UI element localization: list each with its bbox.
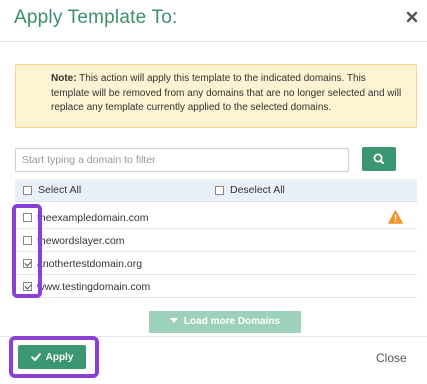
selection-bar: Select All Deselect All <box>15 179 417 202</box>
close-icon[interactable] <box>405 9 419 25</box>
warning-icon <box>388 210 403 224</box>
note-alert: Note: This action will apply this templa… <box>15 64 417 128</box>
domain-row[interactable]: anothertestdomain.org <box>15 252 417 275</box>
dialog-header: Apply Template To: <box>0 0 427 42</box>
domain-name: thewordslayer.com <box>37 235 125 247</box>
deselect-all-label: Deselect All <box>230 184 285 196</box>
deselect-all-option[interactable]: Deselect All <box>215 184 285 196</box>
close-button[interactable]: Close <box>376 351 407 365</box>
load-more-label: Load more Domains <box>183 316 281 327</box>
domain-filter-input[interactable] <box>15 148 349 172</box>
domain-name: theexampledomain.com <box>37 212 149 224</box>
apply-label: Apply <box>45 351 74 363</box>
search-button[interactable] <box>362 147 396 171</box>
deselect-all-checkbox[interactable] <box>215 185 224 195</box>
note-label: Note: <box>51 73 77 84</box>
domain-row[interactable]: www.testingdomain.com <box>15 275 417 298</box>
search-icon <box>373 153 384 164</box>
domain-row[interactable]: thewordslayer.com <box>15 229 417 252</box>
dialog-title: Apply Template To: <box>14 7 178 28</box>
apply-button[interactable]: Apply <box>18 345 86 369</box>
domain-row[interactable]: theexampledomain.com <box>15 206 417 229</box>
domain-name: www.testingdomain.com <box>37 281 151 293</box>
select-all-label: Select All <box>38 184 82 196</box>
caret-down-icon <box>169 318 178 323</box>
check-icon <box>30 353 41 361</box>
select-all-checkbox[interactable] <box>23 185 32 195</box>
domain-name: anothertestdomain.org <box>37 258 143 270</box>
domain-list: theexampledomain.com thewordslayer.com a… <box>15 206 417 298</box>
checkbox-highlight-annotation <box>12 204 42 298</box>
note-text: This action will apply this template to … <box>51 73 402 113</box>
load-more-button[interactable]: Load more Domains <box>149 311 301 333</box>
select-all-option[interactable]: Select All <box>23 184 81 196</box>
